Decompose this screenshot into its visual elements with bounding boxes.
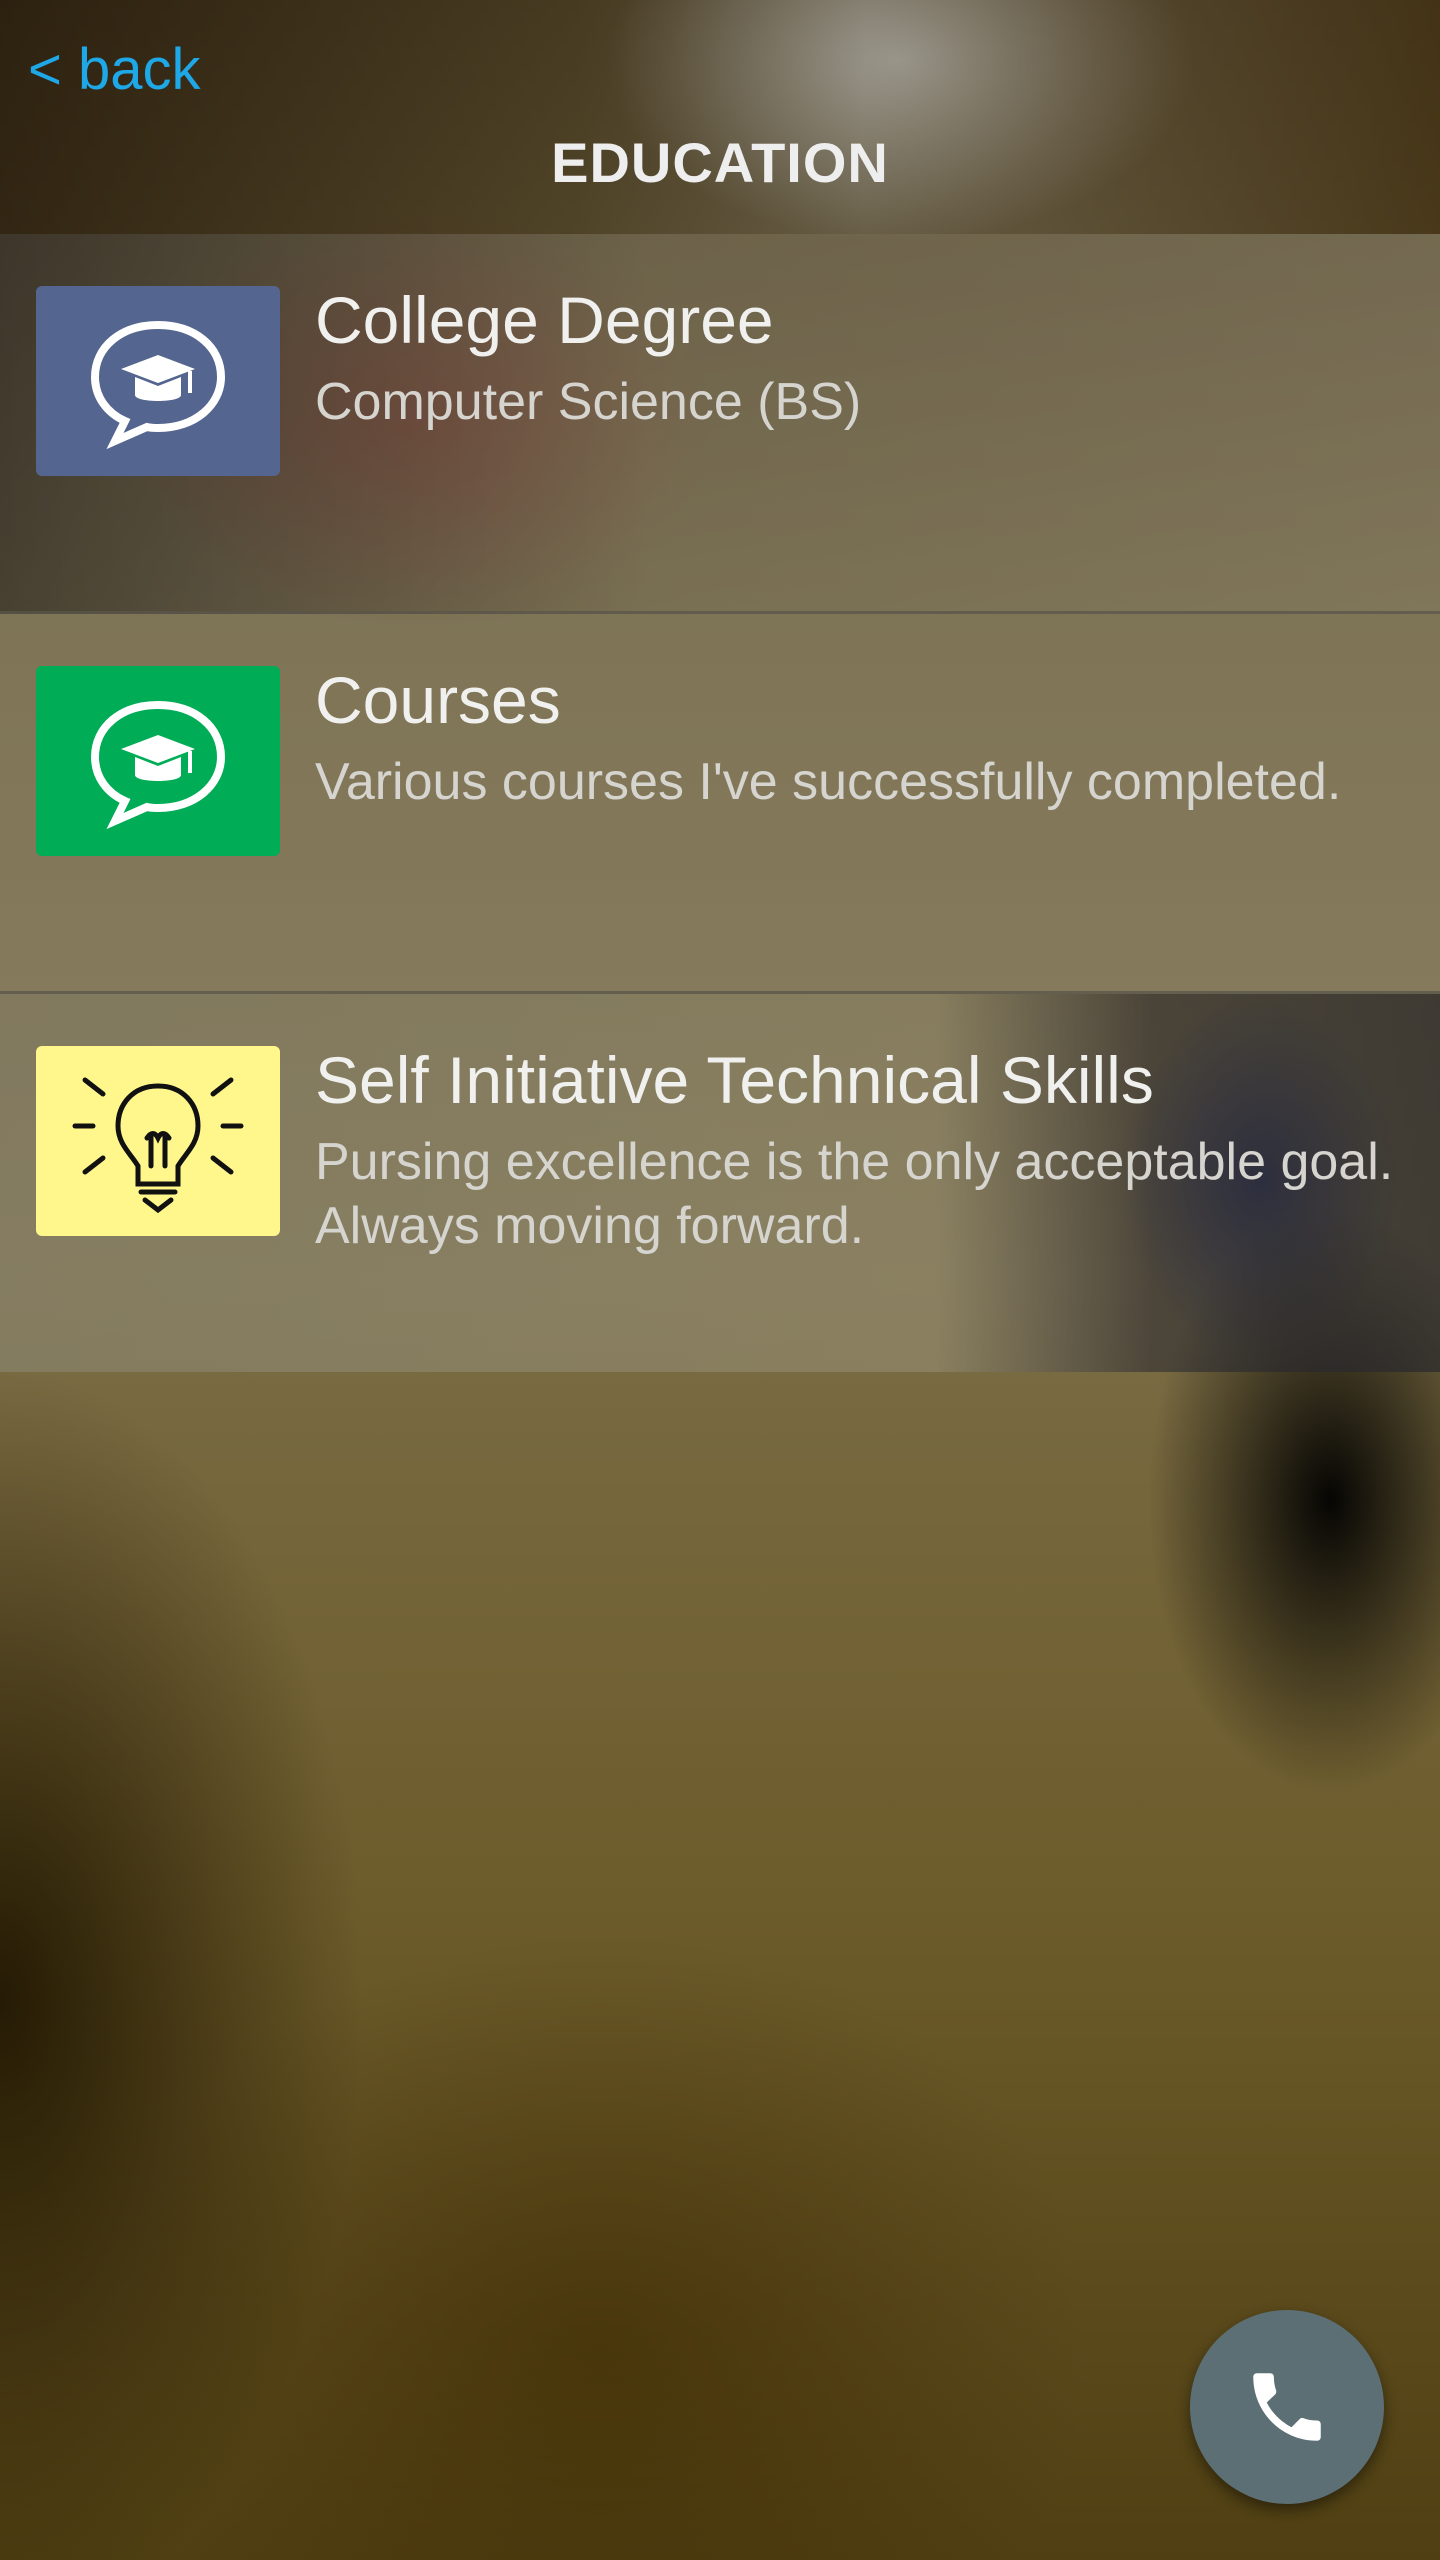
item-subtitle: Pursing excellence is the only acceptabl…	[315, 1133, 1394, 1255]
list-item-college-degree[interactable]: College Degree Computer Science (BS)	[0, 234, 1440, 614]
graduation-cap-chat-icon	[36, 286, 280, 476]
header-bar: < back EDUCATION	[0, 0, 1440, 234]
back-button[interactable]: < back	[28, 36, 201, 103]
item-subtitle: Computer Science (BS)	[315, 373, 862, 431]
item-title: Courses	[315, 663, 561, 737]
item-subtitle: Various courses I've successfully comple…	[315, 753, 1342, 811]
call-button[interactable]	[1190, 2310, 1384, 2504]
list-item-self-initiative-skills[interactable]: Self Initiative Technical Skills Pursing…	[0, 994, 1440, 1372]
item-title: Self Initiative Technical Skills	[315, 1043, 1154, 1117]
page-title: EDUCATION	[551, 131, 889, 194]
item-title: College Degree	[315, 283, 774, 357]
phone-icon	[1253, 2373, 1321, 2441]
list-item-courses[interactable]: Courses Various courses I've successfull…	[0, 614, 1440, 994]
education-list: College Degree Computer Science (BS) Cou…	[0, 234, 1440, 1372]
graduation-cap-chat-icon	[36, 666, 280, 856]
lightbulb-icon	[36, 1046, 280, 1236]
